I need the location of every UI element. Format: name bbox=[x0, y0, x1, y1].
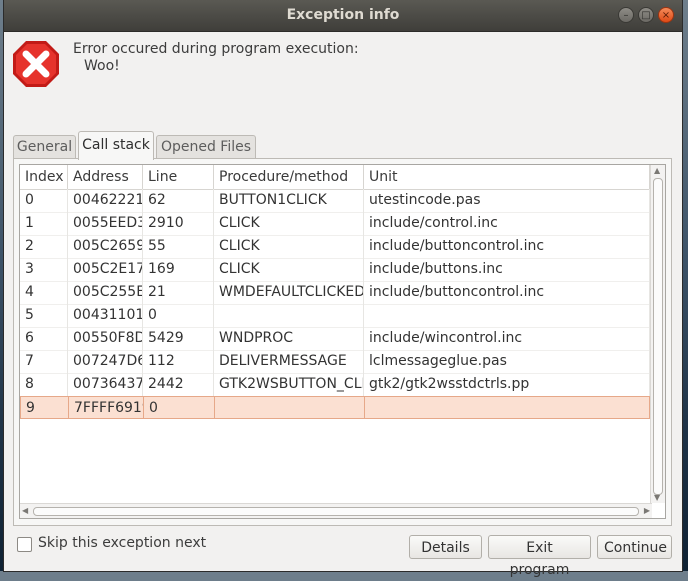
continue-button[interactable]: Continue bbox=[597, 535, 672, 559]
scroll-up-icon[interactable]: ▲ bbox=[654, 166, 660, 175]
exception-dialog: Exception info – □ × Error occured durin… bbox=[4, 0, 682, 578]
cell-address: 00550F8D bbox=[68, 327, 143, 350]
skip-exception-label[interactable]: Skip this exception next bbox=[38, 535, 206, 551]
scroll-right-icon[interactable]: ▶ bbox=[644, 506, 650, 515]
cell-address: 00462221 bbox=[68, 189, 143, 212]
window-title: Exception info bbox=[286, 7, 400, 23]
cell-address: 00431101 bbox=[68, 304, 143, 327]
tab-general[interactable]: General bbox=[13, 135, 76, 158]
cell-line: 2442 bbox=[143, 373, 214, 396]
error-message: Error occured during program execution: … bbox=[73, 41, 359, 75]
scroll-left-icon[interactable]: ◀ bbox=[22, 506, 28, 515]
cell-address: 7FFFF6919 bbox=[69, 397, 144, 418]
cell-procedure: CLICK bbox=[214, 212, 364, 235]
cell-line: 21 bbox=[143, 281, 214, 304]
cell-address: 0055EED3 bbox=[68, 212, 143, 235]
cell-unit: utestincode.pas bbox=[364, 189, 650, 212]
title-bar[interactable]: Exception info – □ × bbox=[4, 0, 682, 32]
cell-index: 7 bbox=[20, 350, 68, 373]
column-header-procedure[interactable]: Procedure/method bbox=[214, 165, 364, 189]
cell-procedure bbox=[214, 304, 364, 327]
horizontal-scroll-thumb[interactable] bbox=[33, 507, 639, 516]
cell-line: 169 bbox=[143, 258, 214, 281]
cell-line: 5429 bbox=[143, 327, 214, 350]
cell-procedure: CLICK bbox=[214, 235, 364, 258]
cell-procedure: WNDPROC bbox=[214, 327, 364, 350]
column-header-address[interactable]: Address bbox=[68, 165, 143, 189]
exit-program-button[interactable]: Exit program bbox=[488, 535, 591, 578]
tab-call-stack[interactable]: Call stack bbox=[78, 131, 154, 160]
grid-header: Index Address Line Procedure/method Unit bbox=[20, 165, 650, 190]
cell-address: 005C2E17 bbox=[68, 258, 143, 281]
cell-address: 00736437 bbox=[68, 373, 143, 396]
cell-unit bbox=[364, 304, 650, 327]
table-row[interactable]: 3 005C2E17 169 CLICK include/buttons.inc bbox=[20, 258, 650, 282]
error-x-icon bbox=[13, 41, 59, 87]
cell-index: 8 bbox=[20, 373, 68, 396]
cell-address: 007247D6 bbox=[68, 350, 143, 373]
cell-index: 6 bbox=[20, 327, 68, 350]
column-header-index[interactable]: Index bbox=[20, 165, 68, 189]
cell-line: 0 bbox=[144, 397, 215, 418]
cell-unit: gtk2/gtk2wsstdctrls.pp bbox=[364, 373, 650, 396]
cell-index: 3 bbox=[20, 258, 68, 281]
minimize-button[interactable]: – bbox=[618, 7, 634, 23]
close-button[interactable]: × bbox=[658, 7, 674, 23]
skip-exception-checkbox[interactable] bbox=[17, 537, 32, 552]
call-stack-grid[interactable]: Index Address Line Procedure/method Unit… bbox=[19, 164, 666, 519]
cell-procedure: WMDEFAULTCLICKED bbox=[214, 281, 364, 304]
horizontal-scrollbar[interactable]: ◀ ▶ bbox=[20, 503, 652, 518]
cell-unit: include/buttoncontrol.inc bbox=[364, 235, 650, 258]
cell-index: 1 bbox=[20, 212, 68, 235]
cell-address: 005C255E bbox=[68, 281, 143, 304]
call-stack-panel: Index Address Line Procedure/method Unit… bbox=[13, 158, 672, 526]
column-header-unit[interactable]: Unit bbox=[364, 165, 650, 189]
cell-unit: include/buttoncontrol.inc bbox=[364, 281, 650, 304]
table-row[interactable]: 5 00431101 0 bbox=[20, 304, 650, 328]
table-row[interactable]: 1 0055EED3 2910 CLICK include/control.inc bbox=[20, 212, 650, 236]
vertical-scroll-thumb[interactable] bbox=[653, 178, 663, 495]
cell-line: 62 bbox=[143, 189, 214, 212]
table-row[interactable]: 9 7FFFF6919 0 bbox=[20, 396, 651, 419]
cell-index: 2 bbox=[20, 235, 68, 258]
cell-unit: include/wincontrol.inc bbox=[364, 327, 650, 350]
table-row[interactable]: 6 00550F8D 5429 WNDPROC include/wincontrol.i… bbox=[20, 327, 650, 351]
cell-unit: lclmessageglue.pas bbox=[364, 350, 650, 373]
cell-unit bbox=[365, 397, 651, 418]
cell-unit: include/control.inc bbox=[364, 212, 650, 235]
cell-index: 5 bbox=[20, 304, 68, 327]
cell-procedure bbox=[215, 397, 365, 418]
cell-procedure: DELIVERMESSAGE bbox=[214, 350, 364, 373]
cell-line: 55 bbox=[143, 235, 214, 258]
cell-procedure: GTK2WSBUTTON_CLI bbox=[214, 373, 364, 396]
cell-procedure: BUTTON1CLICK bbox=[214, 189, 364, 212]
cell-unit: include/buttons.inc bbox=[364, 258, 650, 281]
error-heading: Error occured during program execution: bbox=[73, 41, 359, 57]
vertical-scrollbar[interactable]: ▲ ▼ bbox=[650, 165, 665, 503]
details-button[interactable]: Details bbox=[409, 535, 482, 559]
table-row[interactable]: 8 00736437 2442 GTK2WSBUTTON_CLI gtk2/gtk2ws… bbox=[20, 373, 650, 397]
tab-opened-files[interactable]: Opened Files bbox=[156, 135, 256, 158]
cell-index: 9 bbox=[21, 397, 69, 418]
cell-line: 2910 bbox=[143, 212, 214, 235]
cell-index: 4 bbox=[20, 281, 68, 304]
cell-line: 0 bbox=[143, 304, 214, 327]
cell-line: 112 bbox=[143, 350, 214, 373]
cell-procedure: CLICK bbox=[214, 258, 364, 281]
scroll-down-icon[interactable]: ▼ bbox=[654, 493, 660, 502]
table-row[interactable]: 4 005C255E 21 WMDEFAULTCLICKED include/butto… bbox=[20, 281, 650, 305]
maximize-button[interactable]: □ bbox=[638, 7, 654, 23]
cell-index: 0 bbox=[20, 189, 68, 212]
table-row[interactable]: 7 007247D6 112 DELIVERMESSAGE lclmessageglue… bbox=[20, 350, 650, 374]
table-row[interactable]: 2 005C2659 55 CLICK include/buttoncontrol.in… bbox=[20, 235, 650, 259]
error-detail: Woo! bbox=[84, 58, 120, 74]
column-header-line[interactable]: Line bbox=[143, 165, 214, 189]
table-row[interactable]: 0 00462221 62 BUTTON1CLICK utestincode.pas bbox=[20, 189, 650, 213]
cell-address: 005C2659 bbox=[68, 235, 143, 258]
